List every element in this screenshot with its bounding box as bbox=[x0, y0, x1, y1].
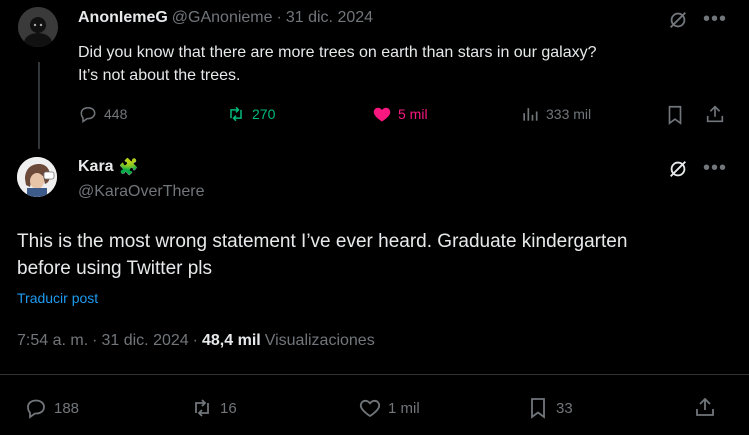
more-options-icon[interactable]: ••• bbox=[703, 8, 727, 31]
puzzle-piece-icon: 🧩 bbox=[118, 159, 139, 176]
reply-text: This is the most wrong statement I’ve ev… bbox=[17, 228, 627, 282]
reply-separator-2: · bbox=[192, 332, 198, 349]
reply-header: Kara 🧩 bbox=[78, 157, 139, 177]
reply-icon bbox=[80, 106, 96, 123]
more-options-icon[interactable]: ••• bbox=[703, 157, 727, 180]
parent-like-count: 5 mil bbox=[398, 106, 428, 122]
retweet-icon bbox=[195, 399, 209, 417]
parent-retweet-count: 270 bbox=[252, 106, 276, 122]
reply-meta: 7:54 a. m. · 31 dic. 2024 · 48,4 mil Vis… bbox=[17, 332, 375, 350]
parent-retweet-button[interactable]: 270 bbox=[226, 104, 275, 124]
reply-text-line-2: before using Twitter pls bbox=[17, 258, 213, 279]
reply-avatar[interactable] bbox=[17, 157, 57, 197]
reply-reply-button[interactable]: 188 bbox=[24, 396, 79, 420]
parent-display-name[interactable]: AnonIemeG bbox=[78, 9, 168, 27]
parent-separator: · bbox=[276, 9, 282, 26]
analytics-icon bbox=[523, 108, 538, 121]
reply-date[interactable]: 31 dic. 2024 bbox=[101, 332, 188, 350]
reply-views-label: Visualizaciones bbox=[264, 332, 375, 349]
parent-handle[interactable]: @GAnonieme bbox=[172, 9, 273, 27]
parent-date[interactable]: 31 dic. 2024 bbox=[286, 9, 373, 27]
parent-text-line-2: It’s not about the trees. bbox=[78, 67, 241, 84]
parent-text: Did you know that there are more trees o… bbox=[78, 41, 597, 87]
translate-post-link[interactable]: Traducir post bbox=[17, 290, 98, 306]
reply-retweet-count: 16 bbox=[220, 399, 237, 417]
reply-handle[interactable]: @KaraOverThere bbox=[78, 183, 205, 201]
parent-reply-count: 448 bbox=[104, 106, 128, 122]
parent-like-button[interactable]: 5 mil bbox=[372, 104, 428, 124]
reply-time[interactable]: 7:54 a. m. bbox=[17, 332, 88, 350]
parent-header: AnonIemeG @GAnonieme · 31 dic. 2024 bbox=[78, 9, 373, 27]
reply-separator: · bbox=[92, 332, 98, 349]
thread-line bbox=[38, 62, 40, 149]
parent-bookmark-icon[interactable] bbox=[664, 104, 686, 131]
divider bbox=[0, 374, 749, 375]
reply-reply-count: 188 bbox=[54, 399, 80, 417]
bookmark-icon bbox=[531, 398, 545, 419]
reply-share-icon[interactable] bbox=[693, 395, 717, 424]
parent-text-line-1: Did you know that there are more trees o… bbox=[78, 44, 597, 61]
reply-like-button[interactable]: 1 mil bbox=[358, 396, 420, 420]
reply-text-line-1: This is the most wrong statement I’ve ev… bbox=[17, 231, 628, 252]
reply-icon bbox=[27, 399, 45, 419]
parent-views-button[interactable]: 333 mil bbox=[520, 104, 591, 124]
retweet-icon bbox=[230, 106, 242, 122]
grok-icon[interactable] bbox=[667, 158, 689, 185]
grok-icon[interactable] bbox=[667, 9, 689, 36]
heart-icon bbox=[359, 399, 381, 418]
parent-avatar[interactable] bbox=[18, 7, 58, 47]
parent-views-count: 333 mil bbox=[546, 106, 592, 122]
reply-views-count: 48,4 mil bbox=[202, 332, 261, 349]
reply-bookmark-count: 33 bbox=[556, 399, 573, 417]
parent-reply-button[interactable]: 448 bbox=[78, 104, 127, 124]
heart-filled-icon bbox=[373, 107, 391, 122]
reply-like-count: 1 mil bbox=[388, 399, 420, 417]
reply-display-name[interactable]: Kara bbox=[78, 158, 114, 176]
parent-share-icon[interactable] bbox=[704, 103, 726, 130]
reply-bookmark-button[interactable]: 33 bbox=[526, 396, 573, 420]
reply-retweet-button[interactable]: 16 bbox=[190, 396, 237, 420]
